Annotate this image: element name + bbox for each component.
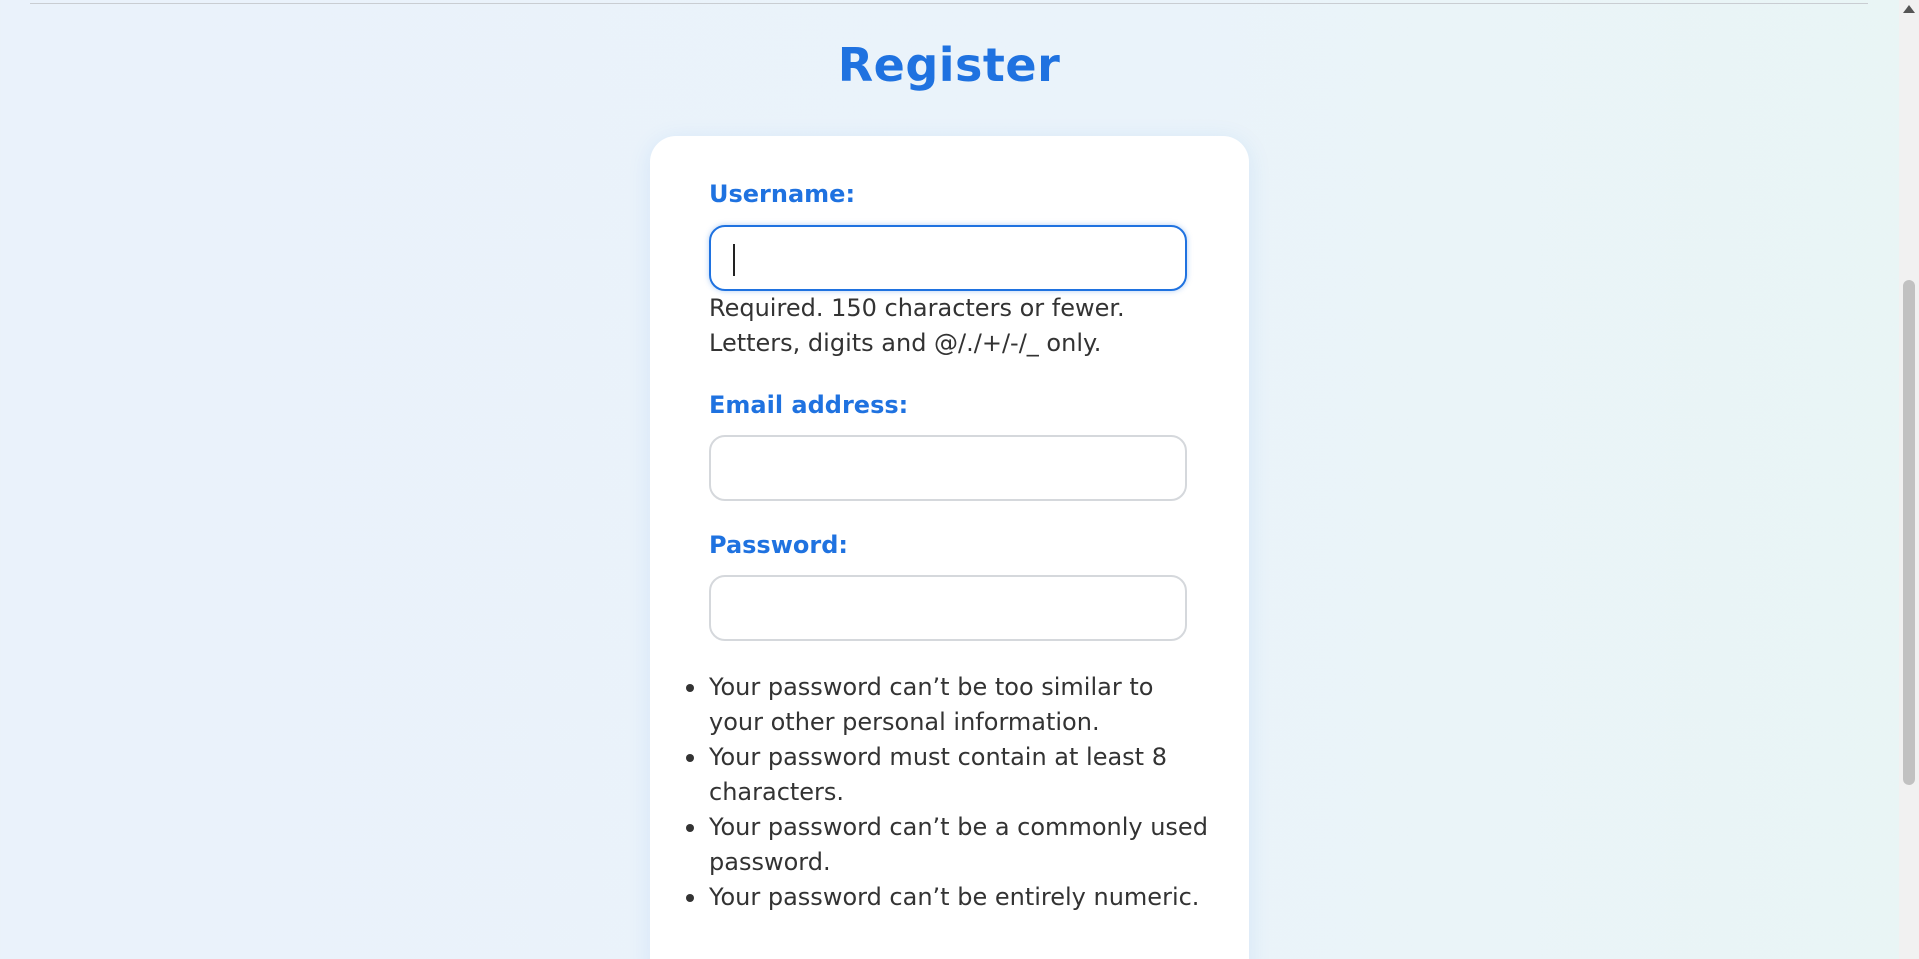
username-helptext: Required. 150 characters or fewer. Lette… — [709, 291, 1209, 361]
username-label: Username: — [709, 180, 856, 208]
email-input[interactable] — [709, 435, 1187, 501]
text-cursor — [733, 244, 735, 276]
password-rules-list: Your password can’t be too similar to yo… — [686, 670, 1209, 915]
scrollbar-thumb[interactable] — [1903, 280, 1915, 785]
password-rule-item: Your password can’t be a commonly used p… — [686, 810, 1209, 880]
password-rule-item: Your password must contain at least 8 ch… — [686, 740, 1209, 810]
password-rule-item: Your password can’t be too similar to yo… — [686, 670, 1209, 740]
username-help-line: Required. 150 characters or fewer. — [709, 294, 1125, 322]
email-label: Email address: — [709, 391, 909, 419]
username-input[interactable] — [709, 225, 1187, 291]
register-form-card: Username: Required. 150 characters or fe… — [650, 136, 1249, 959]
vertical-scrollbar[interactable] — [1899, 0, 1919, 959]
scroll-up-arrow-icon[interactable] — [1903, 5, 1915, 13]
page-title: Register — [837, 38, 1061, 92]
password-rule-item: Your password can’t be entirely numeric. — [686, 880, 1209, 915]
password-label: Password: — [709, 531, 848, 559]
password-input[interactable] — [709, 575, 1187, 641]
username-help-line: Letters, digits and @/./+/-/_ only. — [709, 329, 1102, 357]
top-divider — [30, 3, 1868, 4]
